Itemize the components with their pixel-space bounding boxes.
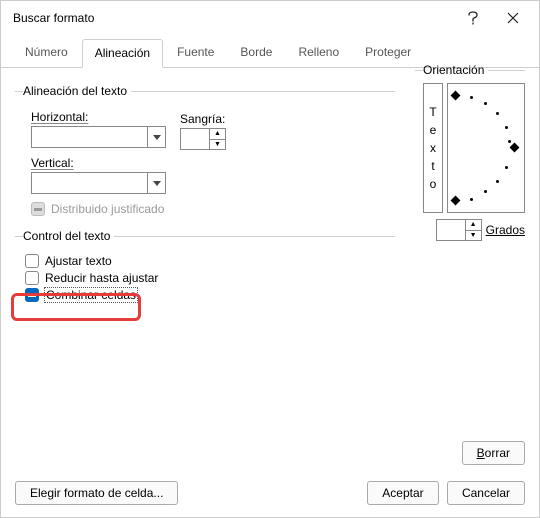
- tab-proteger[interactable]: Proteger: [353, 39, 423, 67]
- label-horizontal: Horizontal:: [31, 110, 166, 124]
- label-sangria: Sangría:: [180, 112, 226, 126]
- checkbox-ajustar-texto[interactable]: [25, 254, 39, 268]
- chevron-down-icon: [147, 173, 165, 193]
- group-orientation-label: Orientación: [423, 63, 488, 77]
- diamond-icon: [510, 143, 520, 153]
- elegir-formato-button[interactable]: Elegir formato de celda...: [15, 481, 178, 505]
- chevron-down-icon: [147, 127, 165, 147]
- tab-borde[interactable]: Borde: [228, 39, 284, 67]
- spinner-grados-value: [437, 220, 465, 240]
- group-text-alignment-label: Alineación del texto: [23, 84, 131, 98]
- combo-vertical-value: [32, 173, 147, 193]
- label-grados: Grados: [486, 223, 525, 237]
- label-reducir-hasta-ajustar: Reducir hasta ajustar: [45, 271, 158, 285]
- aceptar-button[interactable]: Aceptar: [367, 481, 439, 505]
- combo-vertical[interactable]: [31, 172, 166, 194]
- orientation-dial[interactable]: [447, 83, 525, 213]
- spinner-sangria-value: [181, 129, 209, 149]
- help-icon: [467, 11, 479, 25]
- borrar-button[interactable]: Borrar: [462, 441, 525, 465]
- group-text-control: Control del texto Ajustar texto Reducir …: [15, 229, 395, 305]
- chevron-down-icon: ▼: [466, 231, 481, 241]
- close-icon: [507, 12, 519, 24]
- group-text-alignment: Alineación del texto Horizontal: Sangría…: [15, 84, 395, 219]
- orientation-vertical-text-button[interactable]: Texto: [423, 83, 443, 213]
- chevron-down-icon: ▼: [210, 140, 225, 150]
- tab-fuente[interactable]: Fuente: [165, 39, 226, 67]
- chevron-up-icon: ▲: [466, 220, 481, 231]
- label-ajustar-texto: Ajustar texto: [45, 254, 112, 268]
- close-button[interactable]: [493, 4, 533, 32]
- checkbox-reducir-hasta-ajustar[interactable]: [25, 271, 39, 285]
- cancelar-button[interactable]: Cancelar: [447, 481, 525, 505]
- help-button[interactable]: [453, 4, 493, 32]
- checkbox-combinar-celdas[interactable]: [25, 288, 39, 302]
- spinner-sangria[interactable]: ▲▼: [180, 128, 226, 150]
- chevron-up-icon: ▲: [210, 129, 225, 140]
- titlebar: Buscar formato: [1, 1, 539, 35]
- dialog-footer: Elegir formato de celda... Aceptar Cance…: [15, 481, 525, 505]
- tab-relleno[interactable]: Relleno: [286, 39, 351, 67]
- group-orientation-wrapper: Orientación Texto: [415, 57, 525, 251]
- dialog-title: Buscar formato: [13, 11, 453, 25]
- label-distribuido-justificado: Distribuido justificado: [51, 202, 164, 216]
- diamond-icon: [451, 91, 461, 101]
- dialog-buscar-formato: Buscar formato Número Alineación Fuente …: [0, 0, 540, 518]
- spinner-grados[interactable]: ▲▼: [436, 219, 482, 241]
- label-vertical: Vertical:: [31, 156, 395, 170]
- combo-horizontal[interactable]: [31, 126, 166, 148]
- label-combinar-celdas: Combinar celdas: [45, 288, 137, 302]
- tab-alineacion[interactable]: Alineación: [82, 39, 163, 68]
- diamond-icon: [451, 196, 461, 206]
- tab-numero[interactable]: Número: [13, 39, 80, 67]
- combo-horizontal-value: [32, 127, 147, 147]
- checkbox-distribuido-justificado: [31, 202, 45, 216]
- group-orientation: Orientación Texto: [415, 63, 525, 241]
- group-text-control-label: Control del texto: [23, 229, 114, 243]
